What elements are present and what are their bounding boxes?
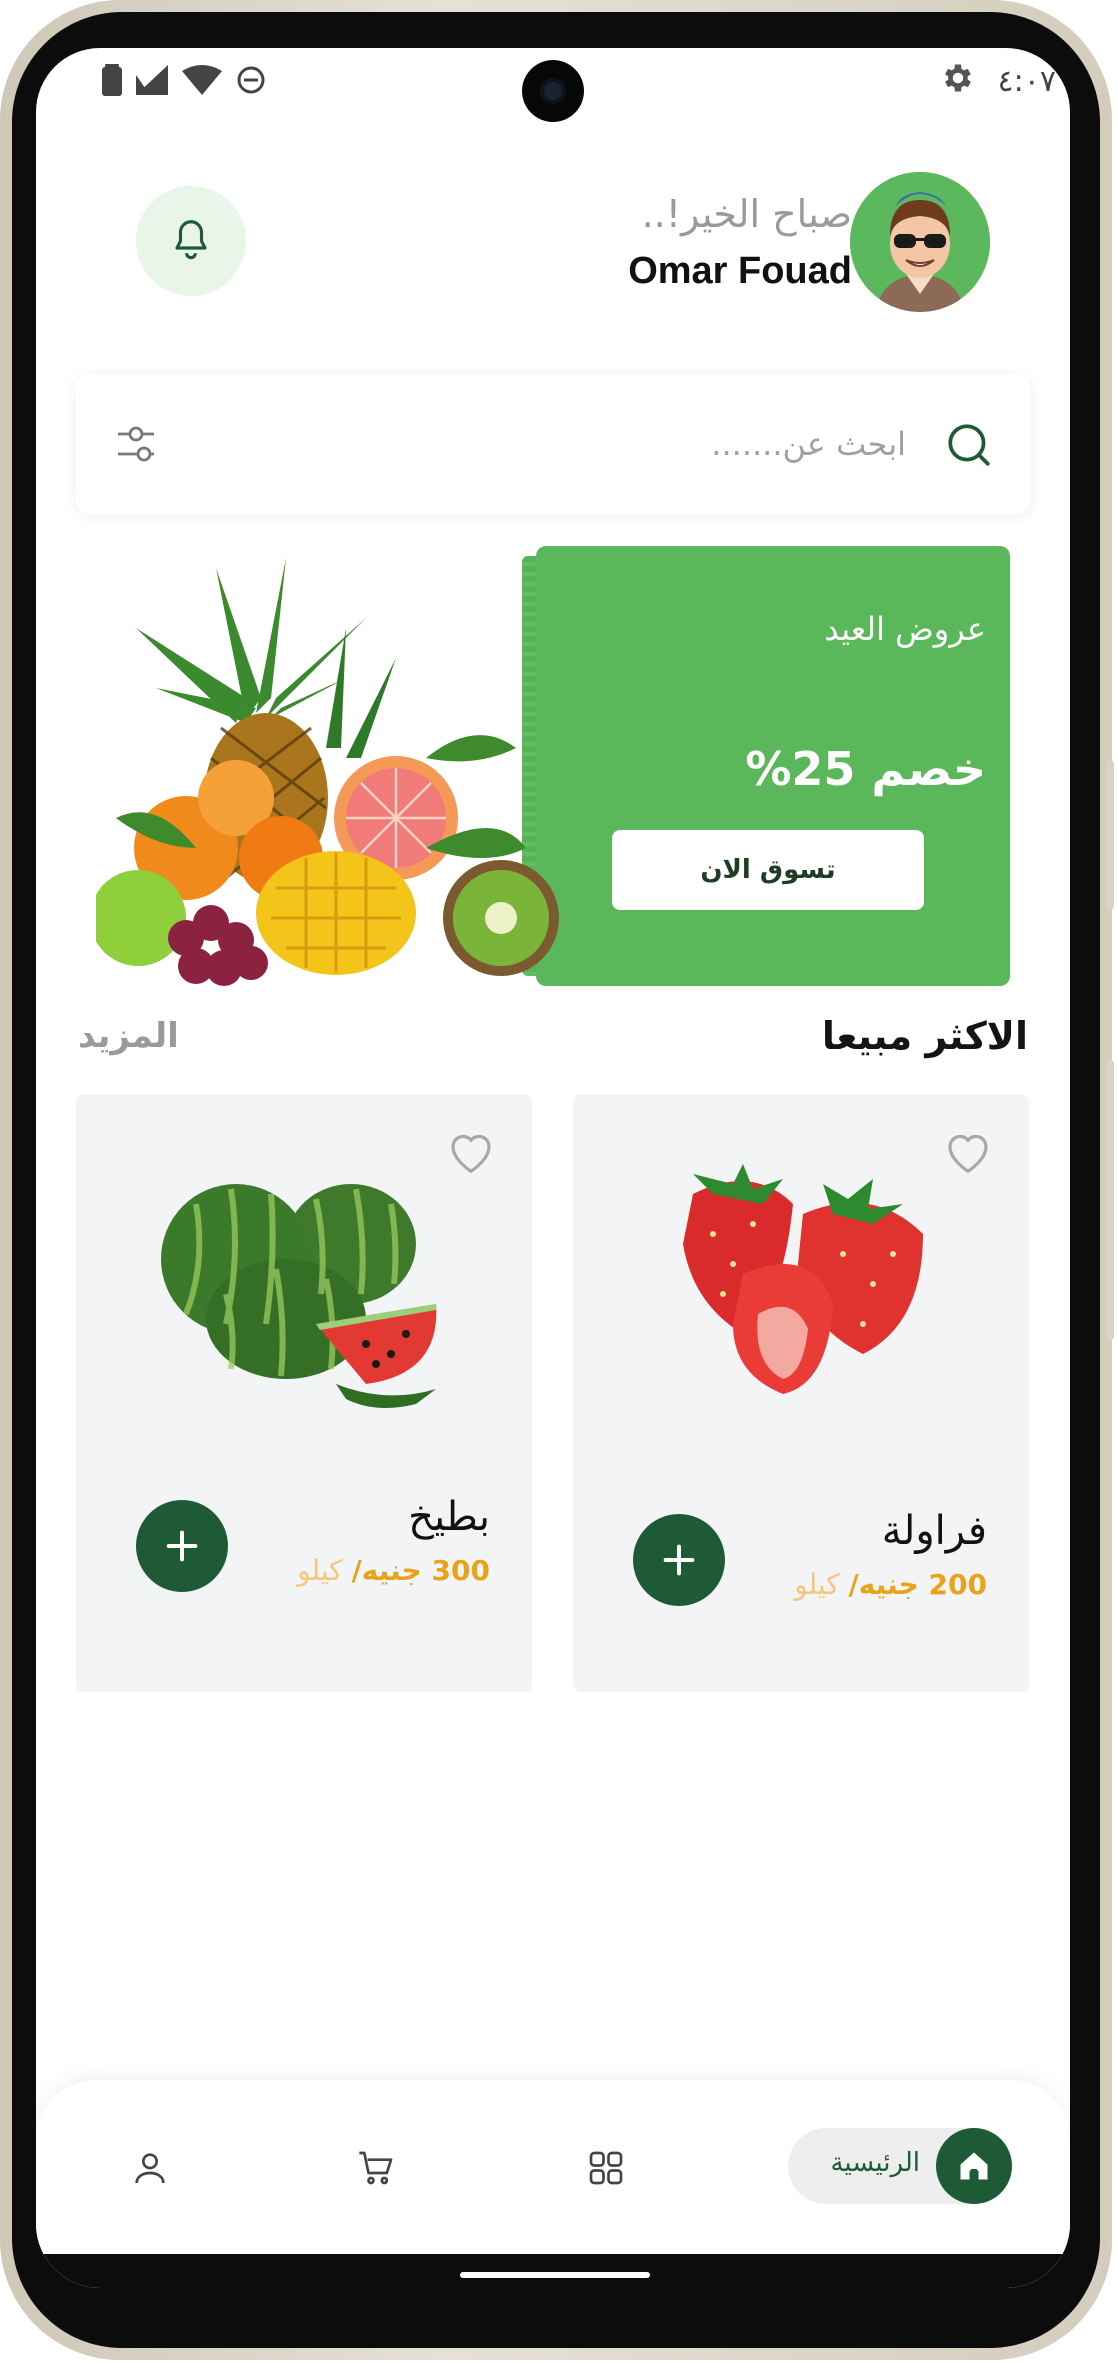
shop-now-button[interactable]: تسوق الان	[612, 830, 924, 910]
price-amount: 200 جنيه/	[848, 1568, 987, 1601]
status-icons	[102, 64, 266, 96]
status-time: ٤:٠٧	[997, 64, 1056, 99]
search-icon[interactable]	[944, 420, 994, 470]
product-price: 300 جنيه/ كيلو	[297, 1554, 490, 1587]
dnd-icon	[237, 66, 265, 94]
product-card-strawberry[interactable]: فراولة 200 جنيه/ كيلو	[573, 1094, 1029, 1692]
avatar-illustration	[850, 172, 990, 312]
home-indicator[interactable]	[460, 2272, 650, 2278]
search-input[interactable]	[346, 420, 906, 468]
product-name: فراولة	[881, 1508, 987, 1554]
banner-discount: خصم 25%	[745, 742, 986, 796]
wifi-icon	[182, 65, 222, 95]
add-to-cart-button[interactable]	[136, 1500, 228, 1592]
battery-icon	[102, 64, 122, 96]
strawberry-image	[683, 1164, 923, 1394]
more-link[interactable]: المزيد	[78, 1016, 179, 1056]
fruits-image	[96, 558, 559, 986]
system-nav-bar	[36, 2254, 1070, 2288]
profile-icon[interactable]	[130, 2148, 170, 2188]
greeting-text: صباح الخير!..	[641, 192, 852, 236]
add-to-cart-button[interactable]	[633, 1514, 725, 1606]
cart-icon[interactable]	[356, 2148, 396, 2188]
status-bar: ٤:٠٧	[36, 48, 1070, 122]
plus-icon	[663, 1544, 695, 1576]
avatar[interactable]	[850, 172, 990, 312]
volume-button	[1106, 760, 1114, 910]
product-price: 200 جنيه/ كيلو	[794, 1568, 987, 1601]
front-camera	[522, 60, 584, 122]
signal-icon	[136, 65, 168, 95]
gear-icon	[945, 64, 971, 92]
filter-icon[interactable]	[112, 420, 160, 468]
product-card-watermelon[interactable]: بطيخ 300 جنيه/ كيلو	[76, 1094, 532, 1692]
nav-home-circle	[936, 2128, 1012, 2204]
user-name: Omar Fouad	[628, 250, 852, 292]
plus-icon	[166, 1530, 198, 1562]
watermelon-image	[161, 1184, 437, 1408]
home-icon	[960, 2152, 988, 2180]
price-unit: كيلو	[794, 1568, 849, 1601]
section-title: الاكثر مبيعا	[821, 1014, 1028, 1058]
search-bar	[76, 374, 1030, 514]
app-screen: ٤:٠٧ صباح الخير!.. Omar Fouad ابحث عن...…	[36, 48, 1070, 2288]
notifications-button[interactable]	[136, 186, 246, 296]
bell-icon	[175, 220, 207, 260]
nav-home-label: الرئيسية	[830, 2148, 920, 2178]
grid-icon[interactable]	[586, 2148, 626, 2188]
nav-home-tab[interactable]: الرئيسية	[788, 2128, 1012, 2204]
product-name: بطيخ	[408, 1494, 490, 1540]
price-amount: 300 جنيه/	[351, 1554, 490, 1587]
price-unit: كيلو	[297, 1554, 352, 1587]
power-button	[1106, 1060, 1114, 1340]
banner-title: عروض العيد	[824, 610, 986, 648]
